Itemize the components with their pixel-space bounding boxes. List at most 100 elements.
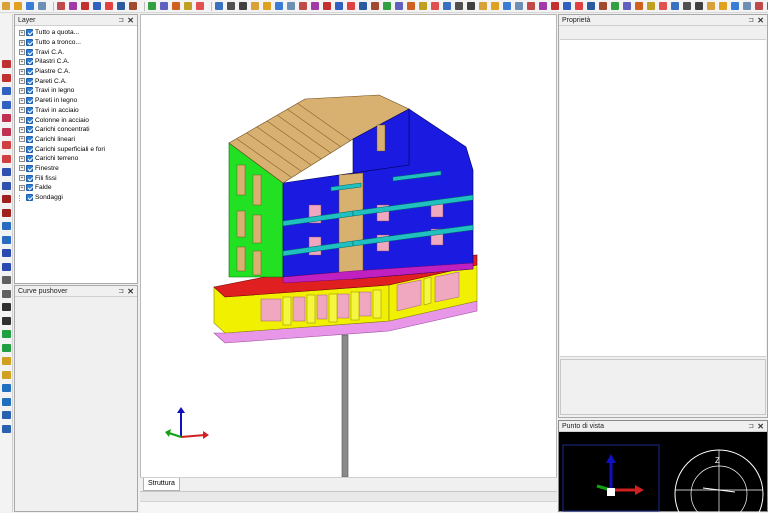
dimension-icon[interactable] xyxy=(683,2,691,10)
expand-icon[interactable]: + xyxy=(19,78,25,85)
wall-tool-icon[interactable] xyxy=(2,114,11,122)
expand-icon[interactable]: + xyxy=(19,29,25,36)
section-icon[interactable] xyxy=(623,2,631,10)
layer-checkbox[interactable] xyxy=(26,106,33,114)
3d-viewport[interactable] xyxy=(140,14,557,478)
expand-icon[interactable]: + xyxy=(19,87,25,94)
layer-item[interactable]: + Travi in legno xyxy=(19,86,135,96)
open-folder-icon[interactable] xyxy=(251,2,259,10)
pillar-icon[interactable] xyxy=(2,60,11,68)
star-icon[interactable] xyxy=(491,2,499,10)
layer-item[interactable]: + Carichi concentrati xyxy=(19,125,135,135)
pencil-icon[interactable] xyxy=(2,357,11,365)
grid-icon[interactable] xyxy=(117,2,125,10)
undo-icon[interactable] xyxy=(26,2,34,10)
expand-icon[interactable]: + xyxy=(19,39,25,46)
layer-item[interactable]: + Pilastri C.A. xyxy=(19,57,135,67)
load-tool-icon[interactable] xyxy=(2,181,11,190)
layer-item[interactable]: + Piastre C.A. xyxy=(19,67,135,77)
close-icon[interactable]: ✕ xyxy=(127,15,134,26)
calc-icon[interactable] xyxy=(2,424,11,433)
hand-icon[interactable] xyxy=(287,2,295,10)
layer-item[interactable]: + Fili fissi xyxy=(19,173,135,183)
layer-item[interactable]: + Travi in acciaio xyxy=(19,106,135,116)
expand-icon[interactable]: + xyxy=(19,175,25,182)
fill-icon[interactable] xyxy=(659,2,667,10)
text-icon[interactable] xyxy=(467,2,475,10)
undo-icon[interactable] xyxy=(731,2,739,10)
sphere-icon[interactable] xyxy=(2,276,11,284)
slab-icon[interactable] xyxy=(347,2,355,10)
expand-icon[interactable]: + xyxy=(19,49,25,56)
building-icon[interactable] xyxy=(539,2,547,10)
layer-item[interactable]: Sondaggi xyxy=(19,193,135,203)
hand-icon[interactable] xyxy=(515,2,523,10)
snap-icon[interactable] xyxy=(647,2,655,10)
calc-icon[interactable] xyxy=(2,411,11,419)
beam-icon[interactable] xyxy=(563,2,571,10)
layer-checkbox[interactable] xyxy=(26,48,33,56)
text-icon[interactable] xyxy=(239,2,247,10)
pin-icon[interactable] xyxy=(671,2,679,10)
open-folder-icon[interactable] xyxy=(479,2,487,10)
arrow-down-icon[interactable] xyxy=(2,303,11,311)
layer-checkbox[interactable] xyxy=(26,184,33,192)
roof-icon[interactable] xyxy=(148,2,156,10)
layer-item[interactable]: + Carichi terreno xyxy=(19,154,135,164)
layer-item[interactable]: + Pareti in legno xyxy=(19,96,135,106)
snap-icon[interactable] xyxy=(419,2,427,10)
building-icon[interactable] xyxy=(69,2,77,10)
star-icon[interactable] xyxy=(719,2,727,10)
link-tool-icon[interactable] xyxy=(2,235,11,244)
slab-tool-icon[interactable] xyxy=(2,141,11,149)
dimension-icon[interactable] xyxy=(455,2,463,10)
layer-checkbox[interactable] xyxy=(26,87,33,95)
layer-item[interactable]: + Tutto a quota... xyxy=(19,28,135,38)
layer-checkbox[interactable] xyxy=(26,39,33,47)
support-icon[interactable] xyxy=(2,343,11,352)
open-folder-icon[interactable] xyxy=(2,2,10,10)
check-icon[interactable] xyxy=(2,384,11,392)
move-icon[interactable] xyxy=(635,2,643,10)
expand-icon[interactable]: + xyxy=(19,146,25,153)
cube-icon[interactable] xyxy=(527,2,535,10)
stair-icon[interactable] xyxy=(129,2,137,10)
layer-checkbox[interactable] xyxy=(26,116,33,124)
layer-item[interactable]: + Falde xyxy=(19,183,135,193)
close-icon[interactable]: ✕ xyxy=(127,286,134,297)
properties-grid[interactable] xyxy=(560,39,766,357)
snap-icon[interactable] xyxy=(184,2,192,10)
grid-icon[interactable] xyxy=(359,2,367,10)
layer-checkbox[interactable] xyxy=(26,126,33,134)
sphere-icon[interactable] xyxy=(2,289,11,298)
layer-checkbox[interactable] xyxy=(26,135,33,143)
expand-icon[interactable]: + xyxy=(19,97,25,104)
support-icon[interactable] xyxy=(2,330,11,338)
rebar-icon[interactable] xyxy=(2,262,11,271)
layer-item[interactable]: + Colonne in acciaio xyxy=(19,115,135,125)
expand-icon[interactable]: + xyxy=(19,155,25,162)
wall-icon[interactable] xyxy=(81,2,89,10)
wall-icon[interactable] xyxy=(551,2,559,10)
cube-icon[interactable] xyxy=(299,2,307,10)
slab-icon[interactable] xyxy=(575,2,583,10)
slab-icon[interactable] xyxy=(105,2,113,10)
grid-icon[interactable] xyxy=(587,2,595,10)
dimension-icon[interactable] xyxy=(227,2,235,10)
expand-icon[interactable]: + xyxy=(19,58,25,65)
layer-checkbox[interactable] xyxy=(26,164,33,172)
viewpoint-navigator[interactable]: Z xyxy=(559,432,767,512)
pin-icon[interactable] xyxy=(215,2,223,10)
slab-tool-icon[interactable] xyxy=(2,154,11,163)
beam-icon[interactable] xyxy=(335,2,343,10)
layer-checkbox[interactable] xyxy=(26,145,33,153)
close-icon[interactable]: ✕ xyxy=(757,15,764,26)
layer-item[interactable]: + Travi C.A. xyxy=(19,47,135,57)
expand-icon[interactable]: + xyxy=(19,68,25,75)
pin-icon[interactable]: ⊐ xyxy=(748,421,754,432)
pin-icon[interactable] xyxy=(443,2,451,10)
pin-icon[interactable]: ⊐ xyxy=(118,15,124,26)
wall-icon[interactable] xyxy=(323,2,331,10)
pin-icon[interactable]: ⊐ xyxy=(748,15,754,26)
link-tool-icon[interactable] xyxy=(2,222,11,230)
